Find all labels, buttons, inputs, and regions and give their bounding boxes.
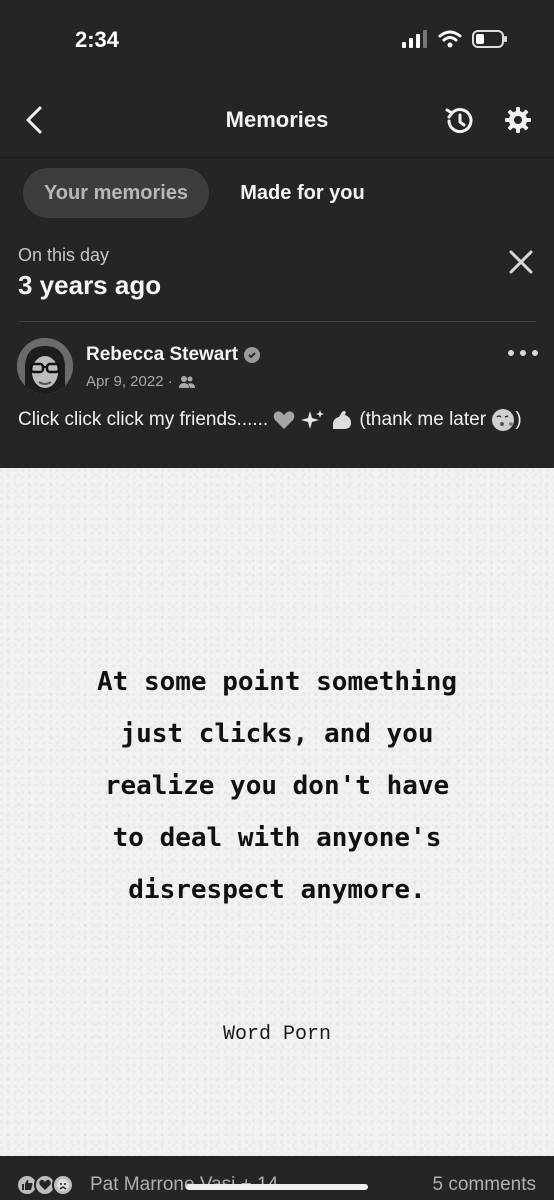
comments-count[interactable]: 5 comments [433, 1174, 536, 1196]
flexed-biceps-emoji-icon [333, 410, 352, 429]
post-caption: Click click click my friends...... (than… [18, 406, 528, 433]
close-icon [509, 250, 533, 274]
caption-text-3: ) [515, 409, 522, 430]
post-author[interactable]: Rebecca Stewart [86, 344, 261, 366]
memories-tabs: Your memories Made for you [0, 158, 554, 228]
navigation-bar: Memories [0, 84, 554, 158]
face-blowing-kiss-emoji-icon [492, 408, 515, 431]
quote-text: At some point something just clicks, and… [40, 656, 514, 916]
more-dot [508, 350, 514, 356]
status-icons [402, 30, 508, 48]
quote-line: just clicks, and you [120, 719, 434, 749]
friends-audience-icon [178, 375, 195, 388]
wifi-icon [438, 30, 462, 48]
sparkles-emoji-icon [300, 409, 324, 429]
caption-text-2: (thank me later [359, 409, 487, 430]
reaction-bar: Pat Marrone Vasi + 14 5 comments [0, 1156, 554, 1200]
author-name[interactable]: Rebecca Stewart [86, 344, 238, 366]
history-button[interactable] [443, 104, 477, 138]
status-bar: 2:34 [0, 0, 554, 84]
close-memory-button[interactable] [504, 245, 538, 279]
post-meta: Apr 9, 2022 · [86, 373, 195, 390]
status-time: 2:34 [75, 27, 120, 52]
tab-made-for-you[interactable]: Made for you [220, 168, 385, 218]
tab-your-memories[interactable]: Your memories [23, 168, 209, 218]
caption-text-1: Click click click my friends...... [18, 409, 269, 430]
memory-header: On this day 3 years ago [0, 228, 554, 322]
quote-line: disrespect anymore. [128, 875, 426, 905]
quote-line: realize you don't have [104, 771, 450, 801]
memory-title: 3 years ago [18, 270, 162, 300]
gear-icon [505, 107, 531, 133]
more-dot [520, 350, 526, 356]
quote-line: to deal with anyone's [112, 823, 442, 853]
home-indicator[interactable] [186, 1184, 368, 1190]
reaction-icons[interactable] [16, 1174, 74, 1196]
cellular-signal-icon [402, 30, 427, 48]
quote-line: At some point something [96, 667, 458, 697]
avatar[interactable] [17, 338, 73, 394]
more-options-button[interactable] [508, 344, 538, 362]
verified-badge-icon [244, 347, 261, 363]
memory-eyebrow: On this day [18, 245, 110, 265]
profile-photo [17, 338, 73, 394]
care-reaction-icon [52, 1174, 74, 1196]
memory-post: Rebecca Stewart Apr 9, 2022 · Click clic… [0, 322, 554, 468]
quote-source: Word Porn [222, 1023, 332, 1046]
battery-icon [472, 30, 507, 48]
post-date[interactable]: Apr 9, 2022 · [86, 373, 173, 390]
history-icon [445, 108, 473, 134]
post-image[interactable]: At some point something just clicks, and… [0, 468, 554, 1156]
settings-button[interactable] [502, 104, 534, 136]
more-dot [532, 350, 538, 356]
grey-heart-emoji-icon [274, 411, 295, 429]
